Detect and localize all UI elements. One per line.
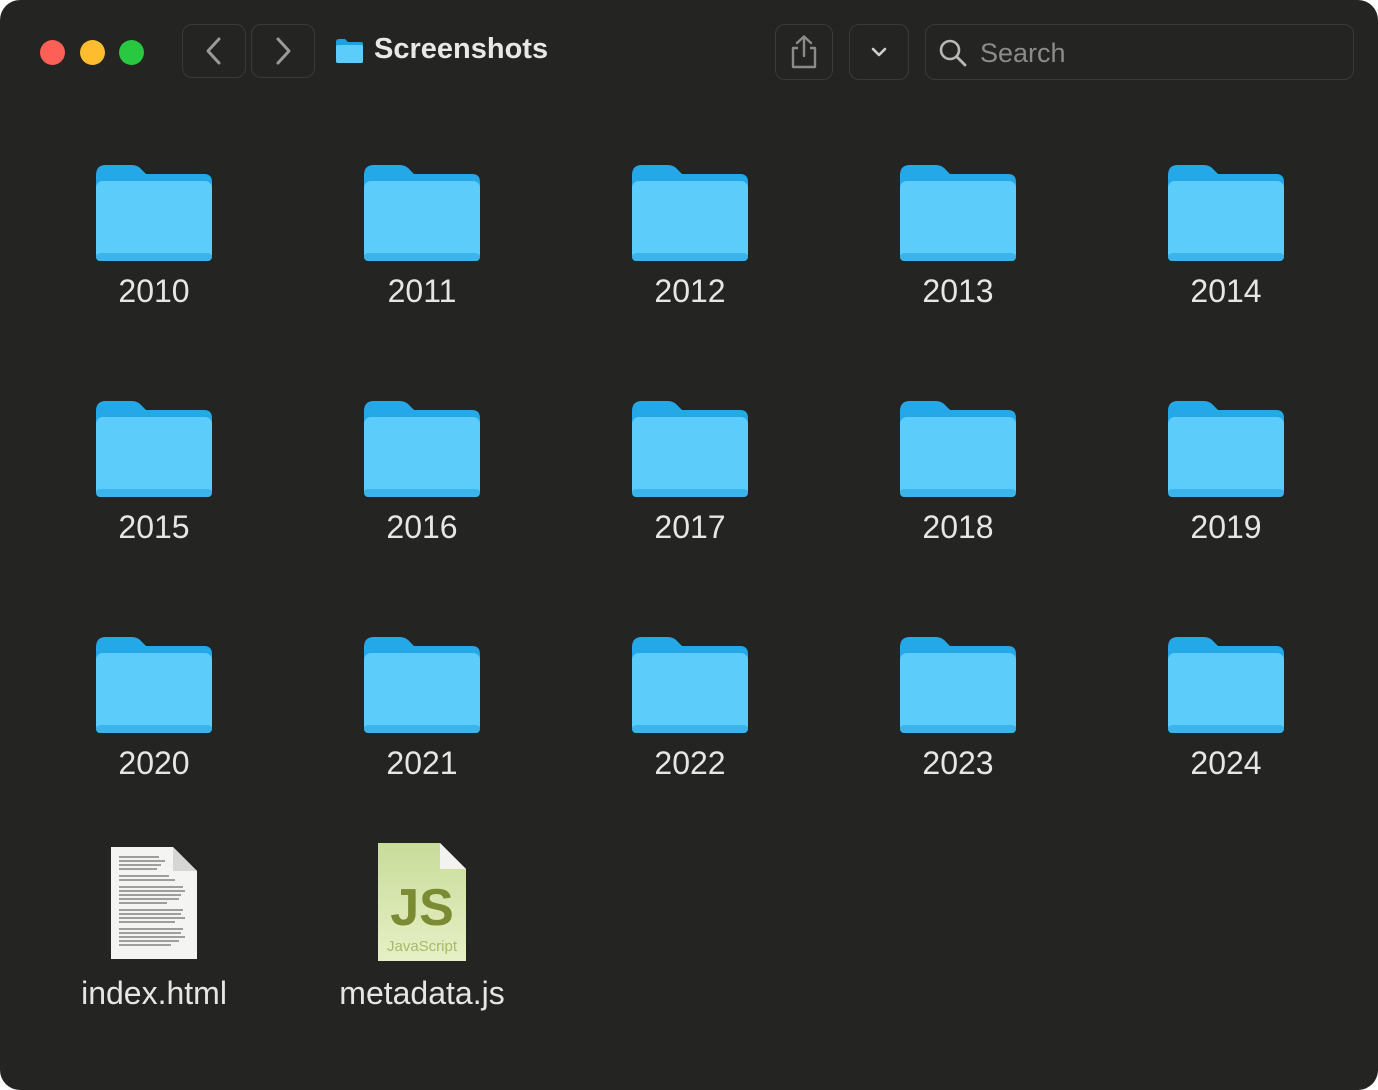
- javascript-file-icon: JS JavaScript: [378, 843, 466, 961]
- folder-item[interactable]: 2022: [575, 615, 805, 815]
- item-name: 2010: [118, 273, 190, 309]
- search-field[interactable]: [925, 24, 1354, 80]
- folder-item[interactable]: 2023: [843, 615, 1073, 815]
- folder-item[interactable]: 2012: [575, 143, 805, 343]
- item-name: 2023: [922, 745, 994, 781]
- js-badge-text: JS: [390, 879, 454, 937]
- item-name: 2015: [118, 509, 190, 545]
- item-name: 2012: [654, 273, 726, 309]
- item-name: 2016: [386, 509, 458, 545]
- folder-icon: [364, 637, 480, 733]
- minimize-button[interactable]: [80, 40, 105, 65]
- folder-icon: [1168, 637, 1284, 733]
- item-name: 2020: [118, 745, 190, 781]
- folder-icon: [900, 165, 1016, 261]
- folder-icon: [632, 165, 748, 261]
- folder-item[interactable]: 2015: [39, 379, 269, 579]
- folder-item[interactable]: 2019: [1111, 379, 1341, 579]
- file-item-js[interactable]: JS JavaScript metadata.js: [307, 843, 537, 1045]
- share-icon: [791, 35, 817, 69]
- folder-icon: [632, 637, 748, 733]
- folder-icon: [336, 39, 363, 63]
- html-file-icon: [111, 847, 197, 959]
- folder-icon: [632, 401, 748, 497]
- file-item-html[interactable]: index.html: [39, 845, 269, 1045]
- js-badge-subtext: JavaScript: [387, 938, 458, 955]
- item-name: metadata.js: [339, 975, 505, 1011]
- close-button[interactable]: [40, 40, 65, 65]
- chevron-right-icon: [276, 37, 291, 65]
- chevron-down-icon: [871, 47, 887, 57]
- folder-item[interactable]: 2024: [1111, 615, 1341, 815]
- folder-item[interactable]: 2021: [307, 615, 537, 815]
- folder-icon: [1168, 401, 1284, 497]
- item-name: 2021: [386, 745, 458, 781]
- folder-icon: [364, 401, 480, 497]
- search-icon: [939, 39, 967, 67]
- chevron-left-icon: [206, 37, 221, 65]
- folder-item[interactable]: 2016: [307, 379, 537, 579]
- back-button[interactable]: [182, 24, 246, 78]
- toolbar: Screenshots: [0, 0, 1378, 104]
- item-name: 2022: [654, 745, 726, 781]
- finder-window: Screenshots 2010 2011: [0, 0, 1378, 1090]
- folder-icon: [900, 637, 1016, 733]
- folder-item[interactable]: 2014: [1111, 143, 1341, 343]
- item-name: index.html: [81, 975, 227, 1011]
- folder-icon: [900, 401, 1016, 497]
- zoom-button[interactable]: [119, 40, 144, 65]
- search-input[interactable]: [978, 33, 1342, 73]
- folder-icon: [96, 165, 212, 261]
- item-name: 2013: [922, 273, 994, 309]
- more-options-button[interactable]: [849, 24, 909, 80]
- folder-icon: [364, 165, 480, 261]
- item-name: 2019: [1190, 509, 1262, 545]
- item-name: 2014: [1190, 273, 1262, 309]
- share-button[interactable]: [775, 24, 833, 80]
- folder-icon: [96, 637, 212, 733]
- folder-item[interactable]: 2010: [39, 143, 269, 343]
- item-name: 2017: [654, 509, 726, 545]
- folder-item[interactable]: 2013: [843, 143, 1073, 343]
- item-name: 2018: [922, 509, 994, 545]
- folder-item[interactable]: 2011: [307, 143, 537, 343]
- folder-icon: [96, 401, 212, 497]
- item-name: 2011: [387, 273, 457, 309]
- folder-item[interactable]: 2018: [843, 379, 1073, 579]
- window-title: Screenshots: [374, 33, 549, 65]
- forward-button[interactable]: [251, 24, 315, 78]
- item-name: 2024: [1190, 745, 1262, 781]
- folder-icon: [1168, 165, 1284, 261]
- folder-item[interactable]: 2017: [575, 379, 805, 579]
- folder-item[interactable]: 2020: [39, 615, 269, 815]
